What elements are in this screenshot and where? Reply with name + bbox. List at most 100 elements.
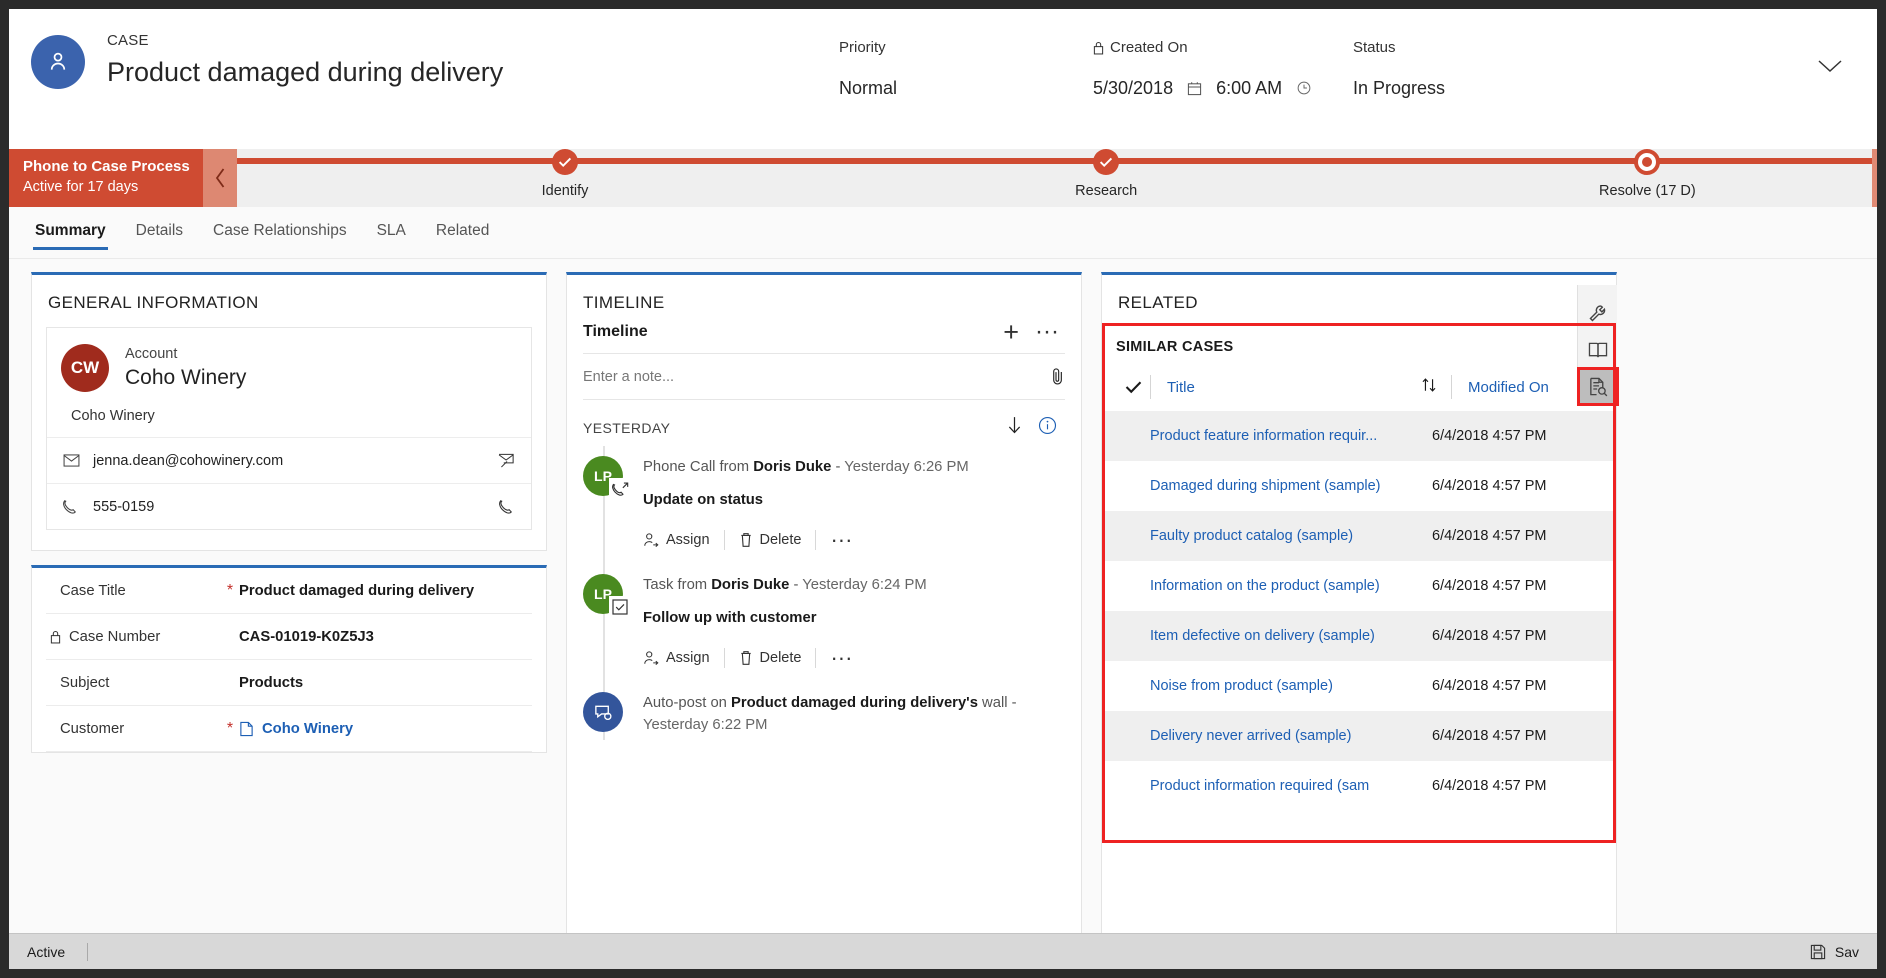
info-icon[interactable] xyxy=(1030,416,1065,440)
call-icon[interactable] xyxy=(497,499,517,515)
row-title[interactable]: Product information required (sam xyxy=(1150,778,1432,794)
process-stage-resolve[interactable]: Resolve (17 D) xyxy=(1527,149,1767,199)
save-button[interactable]: Sav xyxy=(1810,944,1859,960)
table-row[interactable]: Information on the product (sample) 6/4/… xyxy=(1102,561,1616,611)
row-modified-on: 6/4/2018 4:57 PM xyxy=(1432,778,1547,794)
header-field-status[interactable]: Status In Progress xyxy=(1353,37,1583,101)
process-collapse-chevron-icon[interactable] xyxy=(203,149,237,207)
table-row[interactable]: Noise from product (sample) 6/4/2018 4:5… xyxy=(1102,661,1616,711)
trash-icon xyxy=(739,532,753,548)
assign-action[interactable]: Assign xyxy=(643,650,724,666)
stage-complete-check-icon xyxy=(552,149,578,175)
table-row[interactable]: Item defective on delivery (sample) 6/4/… xyxy=(1102,611,1616,661)
row-modified-on: 6/4/2018 4:57 PM xyxy=(1432,678,1547,694)
timeline-add-icon[interactable]: + xyxy=(993,319,1029,346)
process-name-block[interactable]: Phone to Case Process Active for 17 days xyxy=(9,149,203,207)
assign-action[interactable]: Assign xyxy=(643,532,724,548)
row-title[interactable]: Item defective on delivery (sample) xyxy=(1150,628,1432,644)
process-stage-identify[interactable]: Identify xyxy=(445,149,685,199)
entity-label: CASE xyxy=(107,32,149,49)
rail-button-book[interactable] xyxy=(1578,332,1618,369)
header-field-priority[interactable]: Priority Normal xyxy=(839,37,1093,101)
row-title[interactable]: Damaged during shipment (sample) xyxy=(1150,478,1432,494)
timeline-item-auto-post[interactable]: Auto-post on Product damaged during deli… xyxy=(583,682,1081,750)
more-actions[interactable]: ··· xyxy=(830,529,866,551)
table-row[interactable]: Product information required (sam 6/4/20… xyxy=(1102,761,1616,811)
item-separator: wall - xyxy=(977,695,1017,711)
timeline-item-phone-call[interactable]: LP Phone Call from Doris Duke - Yesterda… xyxy=(583,446,1081,564)
item-actor[interactable]: Doris Duke xyxy=(711,577,789,593)
case-number-label-text: Case Number xyxy=(69,628,161,645)
tab-sla[interactable]: SLA xyxy=(375,216,408,250)
business-process-flow: Phone to Case Process Active for 17 days… xyxy=(9,149,1877,207)
case-title-value[interactable]: Product damaged during delivery xyxy=(239,583,474,599)
book-icon xyxy=(1588,341,1608,359)
record-identity: CASE Product damaged during delivery xyxy=(9,31,839,91)
row-title[interactable]: Noise from product (sample) xyxy=(1150,678,1432,694)
field-row-subject: Subject Products xyxy=(46,660,532,706)
timeline-item-task[interactable]: LP Task from Doris Duke - Yesterday 6:24… xyxy=(583,564,1081,682)
send-email-icon[interactable] xyxy=(497,453,517,468)
calendar-icon[interactable] xyxy=(1187,81,1202,96)
subject-value[interactable]: Products xyxy=(239,675,303,691)
table-row[interactable]: Faulty product catalog (sample) 6/4/2018… xyxy=(1102,511,1616,561)
timeline-items: LP Phone Call from Doris Duke - Yesterda… xyxy=(567,446,1081,750)
select-all-check-icon[interactable] xyxy=(1116,380,1150,394)
row-modified-on: 6/4/2018 4:57 PM xyxy=(1432,428,1547,444)
column-header-title[interactable]: Title xyxy=(1151,379,1407,396)
row-title[interactable]: Faulty product catalog (sample) xyxy=(1150,528,1432,544)
timeline-note-input-row[interactable]: Enter a note... xyxy=(583,353,1065,400)
item-actor[interactable]: Doris Duke xyxy=(753,459,831,475)
delete-action[interactable]: Delete xyxy=(739,532,816,548)
timeline-more-icon[interactable]: ··· xyxy=(1029,320,1065,344)
customer-value[interactable]: Coho Winery xyxy=(239,721,353,737)
assign-label: Assign xyxy=(666,650,710,666)
process-stage-track: Identify Research Resolve (17 D) xyxy=(237,149,1877,207)
tab-case-relationships[interactable]: Case Relationships xyxy=(211,216,349,250)
header-field-created-on[interactable]: Created On 5/30/2018 6:00 AM xyxy=(1093,37,1353,101)
sort-toggle-icon[interactable] xyxy=(1407,377,1451,398)
table-row[interactable]: Delivery never arrived (sample) 6/4/2018… xyxy=(1102,711,1616,761)
sort-descending-icon[interactable] xyxy=(999,416,1030,440)
timeline-header: Timeline + ··· xyxy=(567,319,1081,353)
delete-action[interactable]: Delete xyxy=(739,650,816,666)
tab-summary[interactable]: Summary xyxy=(33,216,108,250)
delete-label: Delete xyxy=(759,650,802,666)
auto-post-icon xyxy=(583,692,623,732)
process-stage-research[interactable]: Research xyxy=(986,149,1226,199)
action-divider xyxy=(815,530,817,550)
row-title[interactable]: Information on the product (sample) xyxy=(1150,578,1432,594)
account-quick-view: CW Account Coho Winery Coho Winery jenna… xyxy=(46,327,532,530)
item-separator: - xyxy=(831,459,845,475)
account-header: CW Account Coho Winery xyxy=(47,328,531,404)
row-title[interactable]: Product feature information requir... xyxy=(1150,428,1432,444)
timeline-avatar-wrap: LP xyxy=(583,456,631,550)
tab-details[interactable]: Details xyxy=(134,216,185,250)
table-row[interactable]: Damaged during shipment (sample) 6/4/201… xyxy=(1102,461,1616,511)
note-input[interactable]: Enter a note... xyxy=(583,369,1041,385)
related-section-title: RELATED xyxy=(1118,293,1198,312)
case-avatar xyxy=(31,35,85,89)
save-icon xyxy=(1810,944,1826,960)
account-email-value[interactable]: jenna.dean@cohowinery.com xyxy=(93,453,485,469)
stage-current-dot-icon xyxy=(1634,149,1661,175)
clock-icon[interactable] xyxy=(1296,80,1312,96)
tab-related[interactable]: Related xyxy=(434,216,491,250)
rail-button-document-search[interactable] xyxy=(1576,367,1619,406)
table-row[interactable]: Product feature information requir... 6/… xyxy=(1102,411,1616,461)
account-phone-value[interactable]: 555-0159 xyxy=(93,499,485,515)
timeline-section-title: TIMELINE xyxy=(583,293,665,312)
row-title[interactable]: Delivery never arrived (sample) xyxy=(1150,728,1432,744)
account-name[interactable]: Coho Winery xyxy=(125,364,246,392)
rail-button-wrench[interactable] xyxy=(1578,295,1618,332)
attach-icon[interactable] xyxy=(1051,367,1065,386)
mail-icon xyxy=(61,454,81,467)
more-actions[interactable]: ··· xyxy=(830,647,866,669)
save-label: Sav xyxy=(1834,943,1859,960)
created-on-time: 6:00 AM xyxy=(1216,78,1283,98)
timeline-item-actions: Assign Delete ··· xyxy=(643,529,1067,551)
header-expand-chevron-icon[interactable] xyxy=(1813,53,1847,79)
action-divider xyxy=(815,648,817,668)
assign-person-icon xyxy=(643,650,659,666)
account-meta: Account Coho Winery xyxy=(125,345,246,392)
